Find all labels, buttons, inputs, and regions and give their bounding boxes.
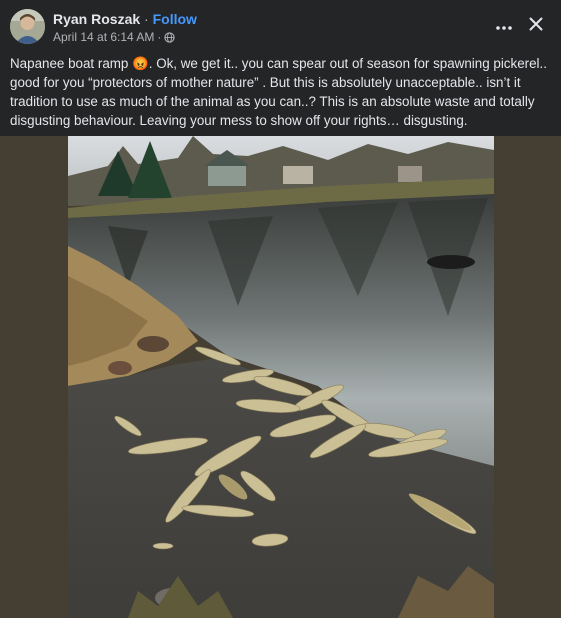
post-meta: April 14 at 6:14 AM · bbox=[53, 30, 176, 44]
post-photo[interactable] bbox=[68, 136, 494, 618]
post-timestamp[interactable]: April 14 at 6:14 AM bbox=[53, 30, 154, 44]
close-button[interactable] bbox=[524, 14, 548, 38]
globe-icon[interactable] bbox=[164, 31, 176, 43]
more-options-button[interactable] bbox=[491, 14, 517, 38]
more-options-icon bbox=[496, 17, 512, 35]
avatar[interactable] bbox=[10, 9, 45, 44]
follow-button[interactable]: Follow bbox=[153, 11, 197, 27]
author-separator: · bbox=[144, 11, 149, 27]
post-header: Ryan Roszak · Follow April 14 at 6:14 AM… bbox=[0, 0, 561, 50]
meta-separator: · bbox=[157, 30, 162, 44]
author-name[interactable]: Ryan Roszak bbox=[53, 11, 140, 27]
close-icon bbox=[529, 17, 543, 36]
author-line: Ryan Roszak · Follow bbox=[53, 11, 197, 27]
photo-viewer bbox=[0, 136, 561, 618]
post-text: Napanee boat ramp 😡. Ok, we get it.. you… bbox=[10, 56, 547, 128]
